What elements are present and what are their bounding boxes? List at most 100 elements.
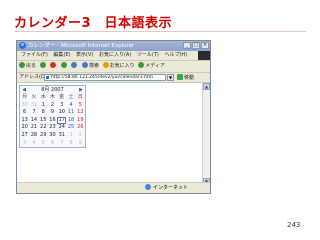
page-content: ◀ 8月 2007 ▶ 月火水木金土日 30 31 1 2 3 4 5 6 7 8 9 10 11 12 13… xyxy=(17,83,202,185)
calendar-day: 4 xyxy=(32,139,36,146)
calendar-header: ◀ 8月 2007 ▶ xyxy=(20,86,85,94)
page-icon xyxy=(46,76,49,79)
calendar-day[interactable]: 23 xyxy=(48,124,57,132)
window-controls: _ □ × xyxy=(183,42,209,49)
calendar-day[interactable]: 25 xyxy=(66,124,75,132)
calendar-day: 7 xyxy=(60,139,64,146)
calendar-day[interactable]: 21 xyxy=(29,124,38,132)
calendar-day: 2 xyxy=(78,131,82,138)
maximize-button[interactable]: □ xyxy=(192,42,200,49)
media-button[interactable]: メディア xyxy=(138,61,165,72)
calendar-day[interactable]: 16 xyxy=(48,117,57,125)
internet-explorer-icon: e xyxy=(19,42,26,49)
favorites-button[interactable]: お気に入り xyxy=(102,61,135,72)
address-dropdown-button[interactable]: ▼ xyxy=(167,74,174,81)
calendar-day[interactable]: 31 xyxy=(57,132,66,140)
calendar-widget: ◀ 8月 2007 ▶ 月火水木金土日 30 31 1 2 3 4 5 6 7 8 9 10 11 12 13… xyxy=(19,85,86,149)
menu-edit[interactable]: 編集(E) xyxy=(53,51,70,60)
weekday-header: 金 xyxy=(59,94,65,100)
weekday-header: 火 xyxy=(31,94,37,100)
media-icon xyxy=(138,62,145,68)
calendar-day: 31 xyxy=(30,101,38,108)
weekday-header: 日 xyxy=(77,94,83,100)
calendar-day[interactable]: 4 xyxy=(66,102,75,110)
menu-help[interactable]: ヘルプ(H) xyxy=(164,51,187,60)
status-bar: インターネット xyxy=(17,182,210,193)
toolbar: 戻る 検索 お気に入り メディア xyxy=(17,61,210,73)
calendar-day: 6 xyxy=(50,139,55,146)
favorites-star-icon xyxy=(102,62,109,68)
weekday-header: 土 xyxy=(68,94,74,100)
calendar-day[interactable]: 5 xyxy=(76,102,85,110)
address-input[interactable]: http://58.80.121.245/dev2/yui/calendar3.… xyxy=(44,74,166,81)
calendar-day: 5 xyxy=(41,139,45,146)
forward-arrow-icon xyxy=(39,62,46,68)
calendar-day[interactable]: 24 xyxy=(57,124,66,132)
browser-titlebar[interactable]: e カレンダー - Microsoft Internet Explorer _ □… xyxy=(17,41,210,51)
scroll-up-button[interactable]: ▲ xyxy=(203,83,210,90)
calendar-day[interactable]: 9 xyxy=(48,109,57,117)
calendar-day: 30 xyxy=(21,101,28,108)
calendar-day[interactable]: 6 xyxy=(20,109,29,117)
search-button[interactable]: 検索 xyxy=(81,61,99,72)
calendar-day: 1 xyxy=(69,131,73,138)
calendar-day[interactable]: 12 xyxy=(76,109,85,117)
menu-view[interactable]: 表示(V) xyxy=(76,51,93,60)
vertical-scrollbar[interactable]: ▲ ▼ xyxy=(202,83,210,185)
calendar-day[interactable]: 22 xyxy=(39,124,48,132)
calendar-day[interactable]: 20 xyxy=(20,124,29,132)
menu-tools[interactable]: ツール(T) xyxy=(137,51,159,60)
address-label: アドレス(D) xyxy=(19,74,47,80)
page-number: 243 xyxy=(287,221,301,229)
calendar-month-label: 8月 2007 xyxy=(41,87,64,93)
calendar-day[interactable]: 19 xyxy=(76,117,85,125)
forward-button[interactable] xyxy=(39,61,47,72)
menu-bar: ファイル(F) 編集(E) 表示(V) お気に入り(A) ツール(T) ヘルプ(… xyxy=(17,51,210,61)
security-zone: インターネット xyxy=(145,183,188,193)
home-icon xyxy=(71,62,78,68)
calendar-day[interactable]: 29 xyxy=(39,132,48,140)
title-divider xyxy=(14,31,306,32)
address-bar: アドレス(D) http://58.80.121.245/dev2/yui/ca… xyxy=(17,73,210,83)
window-title: カレンダー - Microsoft Internet Explorer xyxy=(28,43,135,49)
address-url: http://58.80.121.245/dev2/yui/calendar3.… xyxy=(51,75,154,80)
weekday-header: 木 xyxy=(49,94,55,100)
browser-window: e カレンダー - Microsoft Internet Explorer _ □… xyxy=(16,40,211,194)
calendar-day[interactable]: 13 xyxy=(20,117,29,125)
refresh-button[interactable] xyxy=(60,61,68,72)
calendar-day[interactable]: 14 xyxy=(29,117,38,125)
menu-file[interactable]: ファイル(F) xyxy=(21,51,48,60)
calendar-day[interactable]: 1 xyxy=(39,102,48,110)
calendar-next-button[interactable]: ▶ xyxy=(78,86,84,94)
menu-favorites[interactable]: お気に入り(A) xyxy=(99,51,131,60)
search-icon xyxy=(81,62,88,68)
calendar-day[interactable]: 30 xyxy=(48,132,57,140)
back-arrow-icon xyxy=(19,62,25,68)
calendar-prev-button[interactable]: ◀ xyxy=(21,86,27,94)
calendar-day[interactable]: 10 xyxy=(57,109,66,117)
refresh-icon xyxy=(60,62,67,68)
slide-title: カレンダー3 日本語表示 xyxy=(14,16,173,31)
stop-button[interactable] xyxy=(50,61,57,72)
go-arrow-icon xyxy=(177,74,183,80)
weekday-header: 水 xyxy=(40,94,46,100)
calendar-day[interactable]: 18 xyxy=(66,117,75,125)
calendar-day[interactable]: 7 xyxy=(29,109,38,117)
calendar-day[interactable]: 11 xyxy=(66,109,75,117)
calendar-day[interactable]: 27 xyxy=(20,132,29,140)
calendar-day[interactable]: 3 xyxy=(57,102,66,110)
calendar-day[interactable]: 26 xyxy=(76,124,85,132)
calendar-grid: 月火水木金土日 30 31 1 2 3 4 5 6 7 8 9 10 11 12 13 14 15 16 17 18 19… xyxy=(20,94,85,147)
calendar-day: 3 xyxy=(23,139,27,146)
minimize-button[interactable]: _ xyxy=(183,42,191,49)
back-button[interactable]: 戻る xyxy=(19,61,36,72)
calendar-day[interactable]: 2 xyxy=(48,102,57,110)
calendar-day[interactable]: 15 xyxy=(39,117,48,125)
calendar-day[interactable]: 17 xyxy=(57,116,67,125)
close-button[interactable]: × xyxy=(201,42,209,49)
go-button[interactable]: 移動 xyxy=(177,74,194,82)
calendar-day: 9 xyxy=(78,139,82,146)
calendar-day[interactable]: 28 xyxy=(29,132,38,140)
home-button[interactable] xyxy=(71,61,78,72)
calendar-day[interactable]: 8 xyxy=(39,109,48,117)
